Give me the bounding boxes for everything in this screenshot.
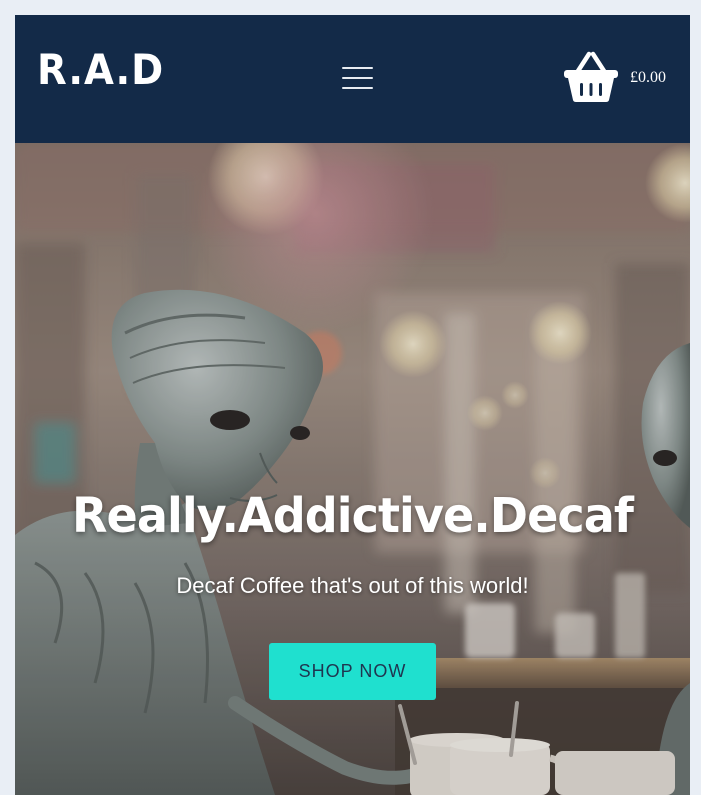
page-frame: R.A.D £0.00 Really.Addictive.Decaf Decaf…: [15, 15, 690, 795]
cart-total: £0.00: [630, 69, 666, 86]
hero-subtitle: Decaf Coffee that's out of this world!: [176, 573, 529, 598]
hero-banner: Really.Addictive.Decaf Decaf Coffee that…: [15, 143, 690, 795]
hamburger-menu-icon[interactable]: [342, 65, 374, 91]
site-logo[interactable]: R.A.D: [37, 49, 164, 91]
shopping-basket-icon: [564, 51, 618, 102]
hero-title: Really.Addictive.Decaf: [72, 488, 634, 544]
shop-now-button[interactable]: SHOP NOW: [269, 643, 436, 700]
hamburger-line: [342, 87, 373, 89]
hamburger-line: [342, 77, 373, 79]
hamburger-line: [342, 67, 373, 69]
cart-button[interactable]: £0.00: [563, 51, 673, 105]
navbar: R.A.D £0.00: [15, 15, 690, 143]
